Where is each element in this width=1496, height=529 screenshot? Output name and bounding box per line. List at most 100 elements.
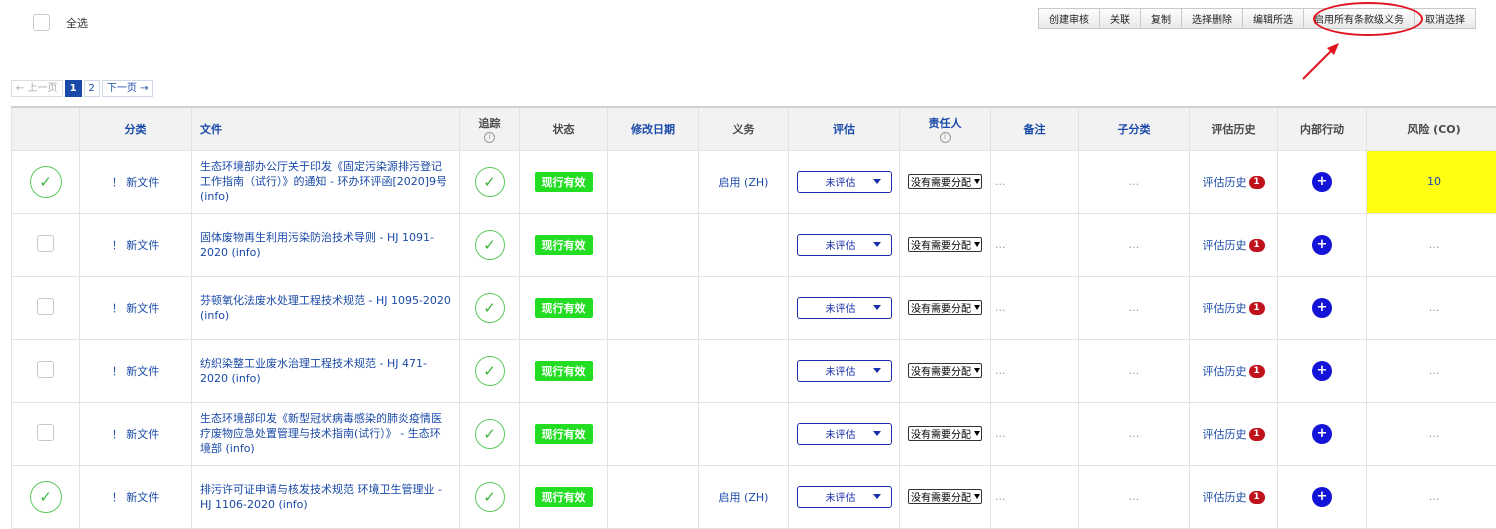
- evaluation-select[interactable]: 未评估: [797, 171, 892, 193]
- col-category[interactable]: 分类: [80, 107, 192, 150]
- document-link[interactable]: 排污许可证申请与核发技术规范 环境卫生管理业 - HJ 1106-2020 (i…: [192, 465, 460, 528]
- history-link[interactable]: 评估历史: [1203, 176, 1247, 189]
- table-row[interactable]: ！ 新文件 生态环境部印发《新型冠状病毒感染的肺炎疫情医疗废物应急处置管理与技术…: [12, 402, 1496, 465]
- subcategory-cell[interactable]: ...: [1079, 465, 1190, 528]
- tracking-cell[interactable]: ✓: [460, 150, 520, 213]
- document-link[interactable]: 生态环境部办公厅关于印发《固定污染源排污登记工作指南（试行）》的通知 - 环办环…: [192, 150, 460, 213]
- owner-select[interactable]: 没有需要分配: [908, 237, 982, 252]
- col-subcategory[interactable]: 子分类: [1079, 107, 1190, 150]
- subcategory-cell[interactable]: ...: [1079, 276, 1190, 339]
- plus-circle-icon[interactable]: +: [1312, 172, 1332, 192]
- enable-clause-obligations-button[interactable]: 启用所有条款级义务: [1303, 8, 1415, 29]
- risk-cell[interactable]: ...: [1367, 402, 1496, 465]
- risk-cell[interactable]: 10: [1367, 150, 1496, 213]
- tracking-cell[interactable]: ✓: [460, 276, 520, 339]
- obligation-cell[interactable]: [699, 276, 789, 339]
- check-mark-icon[interactable]: ✓: [30, 166, 62, 198]
- note-cell[interactable]: ...: [991, 276, 1079, 339]
- owner-select[interactable]: 没有需要分配: [908, 300, 982, 315]
- row-select-cell[interactable]: [12, 276, 80, 339]
- category-cell[interactable]: ！ 新文件: [80, 402, 192, 465]
- next-page-link[interactable]: 下一页 →: [102, 80, 154, 97]
- owner-select[interactable]: 没有需要分配: [908, 489, 982, 504]
- document-link[interactable]: 固体废物再生利用污染防治技术导则 - HJ 1091-2020 (info): [192, 213, 460, 276]
- history-link[interactable]: 评估历史: [1203, 239, 1247, 252]
- prev-page-link[interactable]: ← 上一页: [11, 80, 63, 97]
- check-mark-icon[interactable]: ✓: [475, 419, 505, 449]
- note-cell[interactable]: ...: [991, 402, 1079, 465]
- plus-circle-icon[interactable]: +: [1312, 424, 1332, 444]
- history-link[interactable]: 评估历史: [1203, 428, 1247, 441]
- evaluation-select[interactable]: 未评估: [797, 297, 892, 319]
- row-select-cell[interactable]: ✓: [12, 150, 80, 213]
- select-all[interactable]: 全选: [33, 14, 88, 31]
- evaluation-select[interactable]: 未评估: [797, 423, 892, 445]
- row-select-cell[interactable]: ✓: [12, 465, 80, 528]
- tracking-cell[interactable]: ✓: [460, 465, 520, 528]
- subcategory-cell[interactable]: ...: [1079, 150, 1190, 213]
- risk-cell[interactable]: ...: [1367, 213, 1496, 276]
- risk-cell[interactable]: ...: [1367, 339, 1496, 402]
- plus-circle-icon[interactable]: +: [1312, 361, 1332, 381]
- delete-selected-button[interactable]: 选择删除: [1181, 8, 1243, 29]
- obligation-cell[interactable]: 启用 (ZH): [699, 465, 789, 528]
- subcategory-cell[interactable]: ...: [1079, 402, 1190, 465]
- subcategory-cell[interactable]: ...: [1079, 339, 1190, 402]
- col-note[interactable]: 备注: [991, 107, 1079, 150]
- check-mark-icon[interactable]: ✓: [30, 481, 62, 513]
- tracking-cell[interactable]: ✓: [460, 339, 520, 402]
- plus-circle-icon[interactable]: +: [1312, 298, 1332, 318]
- risk-cell[interactable]: ...: [1367, 276, 1496, 339]
- row-select-cell[interactable]: [12, 213, 80, 276]
- edit-selected-button[interactable]: 编辑所选: [1242, 8, 1304, 29]
- row-select-cell[interactable]: [12, 402, 80, 465]
- row-checkbox[interactable]: [37, 298, 54, 315]
- obligation-cell[interactable]: [699, 213, 789, 276]
- table-row[interactable]: ✓ ！ 新文件 生态环境部办公厅关于印发《固定污染源排污登记工作指南（试行）》的…: [12, 150, 1496, 213]
- note-cell[interactable]: ...: [991, 150, 1079, 213]
- col-document[interactable]: 文件: [192, 107, 460, 150]
- table-row[interactable]: ！ 新文件 芬顿氧化法废水处理工程技术规范 - HJ 1095-2020 (in…: [12, 276, 1496, 339]
- document-link[interactable]: 纺织染整工业废水治理工程技术规范 - HJ 471-2020 (info): [192, 339, 460, 402]
- copy-button[interactable]: 复制: [1140, 8, 1182, 29]
- category-cell[interactable]: ！ 新文件: [80, 150, 192, 213]
- category-cell[interactable]: ！ 新文件: [80, 213, 192, 276]
- owner-select[interactable]: 没有需要分配: [908, 174, 982, 189]
- note-cell[interactable]: ...: [991, 339, 1079, 402]
- obligation-cell[interactable]: [699, 339, 789, 402]
- history-link[interactable]: 评估历史: [1203, 302, 1247, 315]
- obligation-cell[interactable]: [699, 402, 789, 465]
- subcategory-cell[interactable]: ...: [1079, 213, 1190, 276]
- obligation-cell[interactable]: 启用 (ZH): [699, 150, 789, 213]
- plus-circle-icon[interactable]: +: [1312, 487, 1332, 507]
- tracking-cell[interactable]: ✓: [460, 213, 520, 276]
- table-row[interactable]: ！ 新文件 固体废物再生利用污染防治技术导则 - HJ 1091-2020 (i…: [12, 213, 1496, 276]
- note-cell[interactable]: ...: [991, 213, 1079, 276]
- check-mark-icon[interactable]: ✓: [475, 167, 505, 197]
- risk-cell[interactable]: ...: [1367, 465, 1496, 528]
- row-checkbox[interactable]: [37, 235, 54, 252]
- note-cell[interactable]: ...: [991, 465, 1079, 528]
- col-modified-date[interactable]: 修改日期: [608, 107, 699, 150]
- page-1-link[interactable]: 1: [65, 80, 82, 97]
- history-link[interactable]: 评估历史: [1203, 491, 1247, 504]
- category-cell[interactable]: ！ 新文件: [80, 339, 192, 402]
- link-button[interactable]: 关联: [1099, 8, 1141, 29]
- check-mark-icon[interactable]: ✓: [475, 293, 505, 323]
- evaluation-select[interactable]: 未评估: [797, 234, 892, 256]
- row-select-cell[interactable]: [12, 339, 80, 402]
- info-icon[interactable]: i: [940, 132, 951, 143]
- category-cell[interactable]: ！ 新文件: [80, 465, 192, 528]
- evaluation-select[interactable]: 未评估: [797, 486, 892, 508]
- history-link[interactable]: 评估历史: [1203, 365, 1247, 378]
- row-checkbox[interactable]: [37, 424, 54, 441]
- row-checkbox[interactable]: [37, 361, 54, 378]
- deselect-button[interactable]: 取消选择: [1414, 8, 1476, 29]
- info-icon[interactable]: i: [484, 132, 495, 143]
- table-row[interactable]: ✓ ！ 新文件 排污许可证申请与核发技术规范 环境卫生管理业 - HJ 1106…: [12, 465, 1496, 528]
- check-mark-icon[interactable]: ✓: [475, 482, 505, 512]
- table-row[interactable]: ！ 新文件 纺织染整工业废水治理工程技术规范 - HJ 471-2020 (in…: [12, 339, 1496, 402]
- category-cell[interactable]: ！ 新文件: [80, 276, 192, 339]
- owner-select[interactable]: 没有需要分配: [908, 363, 982, 378]
- create-audit-button[interactable]: 创建审核: [1038, 8, 1100, 29]
